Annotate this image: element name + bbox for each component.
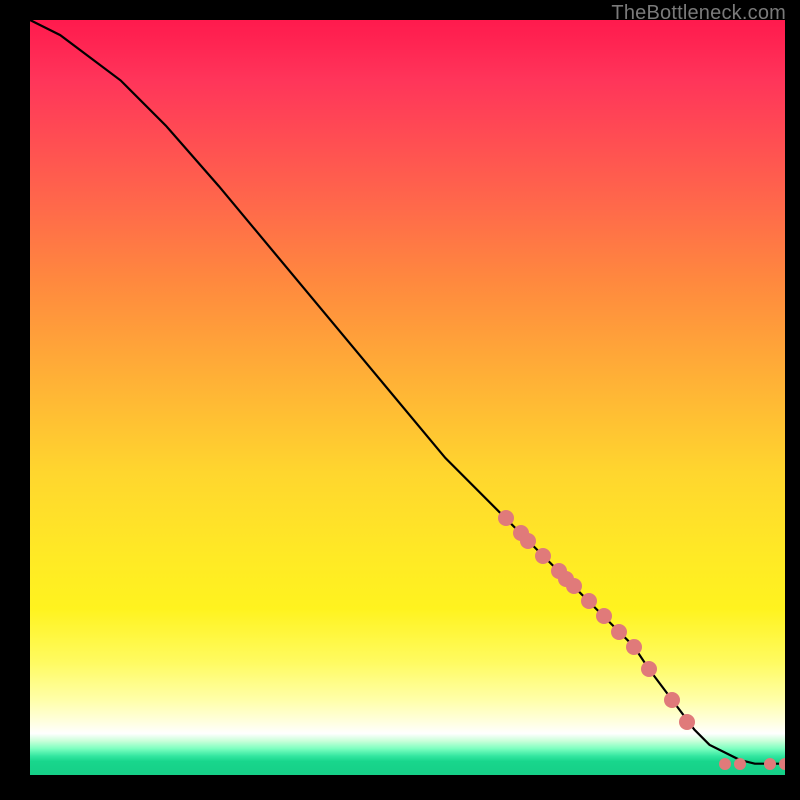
- data-point: [679, 714, 695, 730]
- data-point: [611, 624, 627, 640]
- chart-stage: TheBottleneck.com: [0, 0, 800, 800]
- data-point: [581, 593, 597, 609]
- curve-path: [30, 20, 785, 764]
- data-point: [764, 758, 776, 770]
- data-point: [664, 692, 680, 708]
- data-point: [734, 758, 746, 770]
- data-point: [498, 510, 514, 526]
- plot-area: [30, 20, 785, 775]
- data-point: [566, 578, 582, 594]
- bottleneck-curve: [30, 20, 785, 775]
- data-point: [626, 639, 642, 655]
- data-point: [719, 758, 731, 770]
- data-point: [779, 758, 785, 770]
